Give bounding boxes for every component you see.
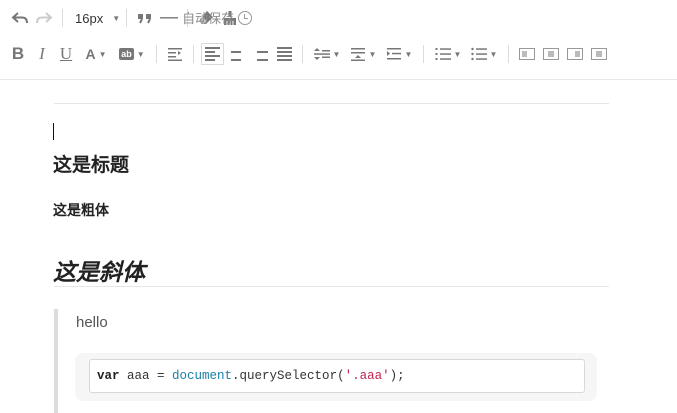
chevron-down-icon: ▼ [368, 49, 377, 59]
line-height-button[interactable]: ▼ [309, 40, 345, 68]
chevron-down-icon: ▼ [136, 49, 145, 59]
chevron-down-icon: ▼ [332, 49, 341, 59]
align-center-icon [229, 47, 244, 61]
code-text: aaa = [119, 369, 173, 383]
horizontal-rule-icon[interactable] [157, 4, 181, 32]
chevron-down-icon: ▼ [404, 49, 413, 59]
redo-icon[interactable] [32, 4, 56, 32]
unordered-list-button[interactable]: ▼ [466, 40, 502, 68]
underline-button[interactable]: U [54, 40, 78, 68]
align-right-icon [253, 47, 268, 61]
blockquote-text[interactable]: hello [76, 314, 108, 331]
image-float-left-icon [519, 48, 535, 60]
font-size-value: 16px [75, 10, 104, 26]
indent-icon[interactable] [163, 40, 187, 68]
toolbar-separator [508, 45, 509, 63]
toolbar-separator [302, 45, 303, 63]
image-float-right-icon [567, 48, 583, 60]
bold-icon: B [11, 44, 25, 63]
editor-content[interactable]: 这是标题 这是粗体 这是斜体 hello var aaa = document.… [0, 80, 677, 413]
background-color-button[interactable]: ab ▼ [114, 40, 150, 68]
toolbar-separator [423, 45, 424, 63]
image-float-left-button[interactable] [515, 40, 539, 68]
toolbar-separator [126, 9, 128, 27]
background-color-icon: ab [119, 48, 134, 60]
italic-icon: I [39, 44, 45, 63]
paragraph-spacing-button[interactable]: ▼ [345, 40, 381, 68]
heading-text[interactable]: 这是标题 [53, 150, 129, 177]
chevron-down-icon: ▼ [453, 49, 462, 59]
heading-underline [54, 286, 609, 287]
code-end: ); [389, 369, 405, 383]
code-keyword: var [97, 369, 120, 383]
toolbar-separator [62, 9, 63, 27]
blockquote[interactable]: hello var aaa = document .querySelector('… [54, 309, 609, 413]
indent-spacing-button[interactable]: ▼ [381, 40, 417, 68]
align-left-active [200, 43, 224, 65]
align-center-button[interactable] [224, 40, 248, 68]
underline-icon: U [59, 44, 73, 63]
chevron-down-icon: ▼ [112, 13, 121, 23]
align-justify-button[interactable] [272, 40, 296, 68]
chevron-down-icon: ▼ [489, 49, 498, 59]
font-size-select[interactable]: 16px ▼ [69, 4, 120, 32]
toolbar-row-2: B I U A ▼ ab ▼ ▼ ▼ ▼ ▼ ▼ [0, 36, 611, 72]
bold-text[interactable]: 这是粗体 [53, 200, 109, 220]
code-method: .querySelector( [232, 369, 345, 383]
code-block[interactable]: var aaa = document .querySelector('.aaa')… [89, 359, 585, 393]
italic-heading-text[interactable]: 这是斜体 [53, 253, 145, 287]
image-float-right-button[interactable] [563, 40, 587, 68]
align-justify-icon [276, 47, 292, 61]
code-string: '.aaa' [344, 369, 390, 383]
align-left-icon [204, 47, 220, 61]
image-float-none-icon [543, 48, 559, 60]
image-center-icon [591, 48, 607, 60]
bold-button[interactable]: B [6, 40, 30, 68]
autosave-status: 自动保存 [182, 8, 253, 27]
code-block-wrapper: var aaa = document .querySelector('.aaa')… [75, 353, 597, 401]
toolbar-row-1: 16px ▼ 自动保存 [0, 0, 253, 36]
chevron-down-icon: ▼ [98, 49, 107, 59]
undo-icon[interactable] [8, 4, 32, 32]
image-center-button[interactable] [587, 40, 611, 68]
code-object: document [172, 369, 233, 383]
autosave-label: 自动保存 [182, 11, 235, 26]
toolbar-separator [156, 45, 157, 63]
quote-icon[interactable] [133, 4, 157, 32]
editor-toolbar: 16px ▼ 自动保存 B I U A ▼ ab ▼ ▼ ▼ ▼ ▼ ▼ [0, 0, 677, 80]
horizontal-rule [54, 103, 609, 104]
clock-icon [238, 10, 253, 25]
italic-button[interactable]: I [30, 40, 54, 68]
toolbar-separator [193, 45, 194, 63]
align-right-button[interactable] [248, 40, 272, 68]
font-color-icon: A [85, 46, 96, 62]
align-left-button[interactable] [200, 40, 224, 68]
image-float-none-button[interactable] [539, 40, 563, 68]
ordered-list-button[interactable]: ▼ [430, 40, 466, 68]
text-cursor [53, 123, 55, 140]
font-color-button[interactable]: A ▼ [78, 40, 114, 68]
